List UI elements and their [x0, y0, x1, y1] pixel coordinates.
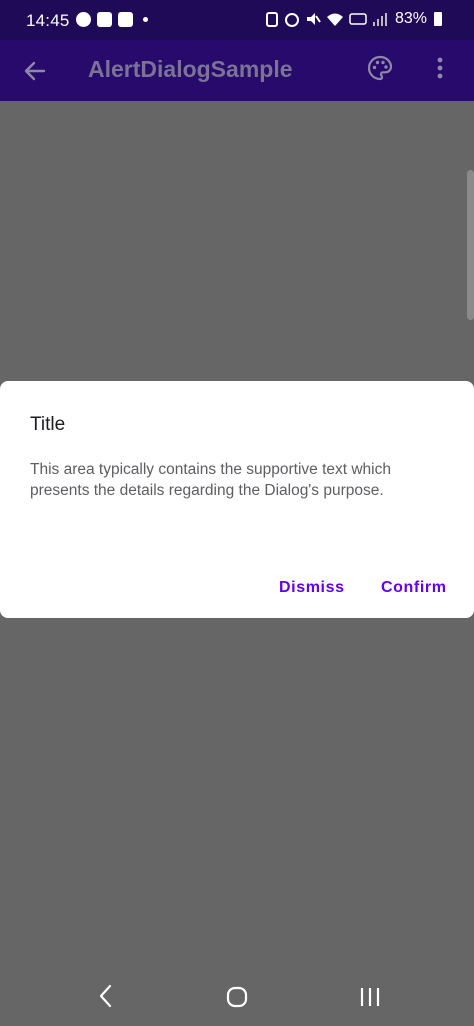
alarm-icon	[284, 13, 299, 27]
linkedin-icon	[118, 12, 133, 27]
battery-percent: 83%	[394, 10, 427, 27]
volte-icon	[349, 13, 367, 25]
system-nav-bar	[0, 966, 474, 1026]
status-left-icons	[76, 12, 148, 27]
more-vert-icon[interactable]	[428, 54, 452, 82]
messenger-icon	[76, 12, 91, 27]
notification-icon	[97, 12, 112, 27]
top-app-bar: AlertDialogSample	[0, 40, 474, 101]
status-bar: 14:45 83%	[0, 0, 474, 40]
nav-recents-icon[interactable]	[356, 984, 384, 1010]
dot-icon	[143, 17, 148, 22]
app-title: AlertDialogSample	[88, 56, 293, 82]
dismiss-button[interactable]: Dismiss	[279, 579, 345, 597]
status-right-icons: 83%	[265, 10, 442, 28]
mute-icon	[306, 13, 321, 25]
scrollbar[interactable]	[467, 170, 474, 320]
wifi-icon	[326, 13, 343, 26]
nav-back-icon[interactable]	[94, 982, 118, 1010]
palette-icon[interactable]	[366, 54, 394, 82]
confirm-button[interactable]: Confirm	[381, 579, 447, 597]
battery-saver-icon	[265, 12, 278, 27]
dialog-supporting-text: This area typically contains the support…	[30, 461, 391, 499]
battery-icon	[434, 12, 442, 26]
dialog-title: Title	[30, 414, 66, 435]
alert-dialog: Title This area typically contains the s…	[0, 381, 474, 618]
status-time: 14:45	[26, 11, 70, 30]
arrow-back-icon[interactable]	[20, 56, 50, 86]
signal-icon	[372, 13, 387, 26]
nav-home-icon[interactable]	[224, 984, 250, 1010]
